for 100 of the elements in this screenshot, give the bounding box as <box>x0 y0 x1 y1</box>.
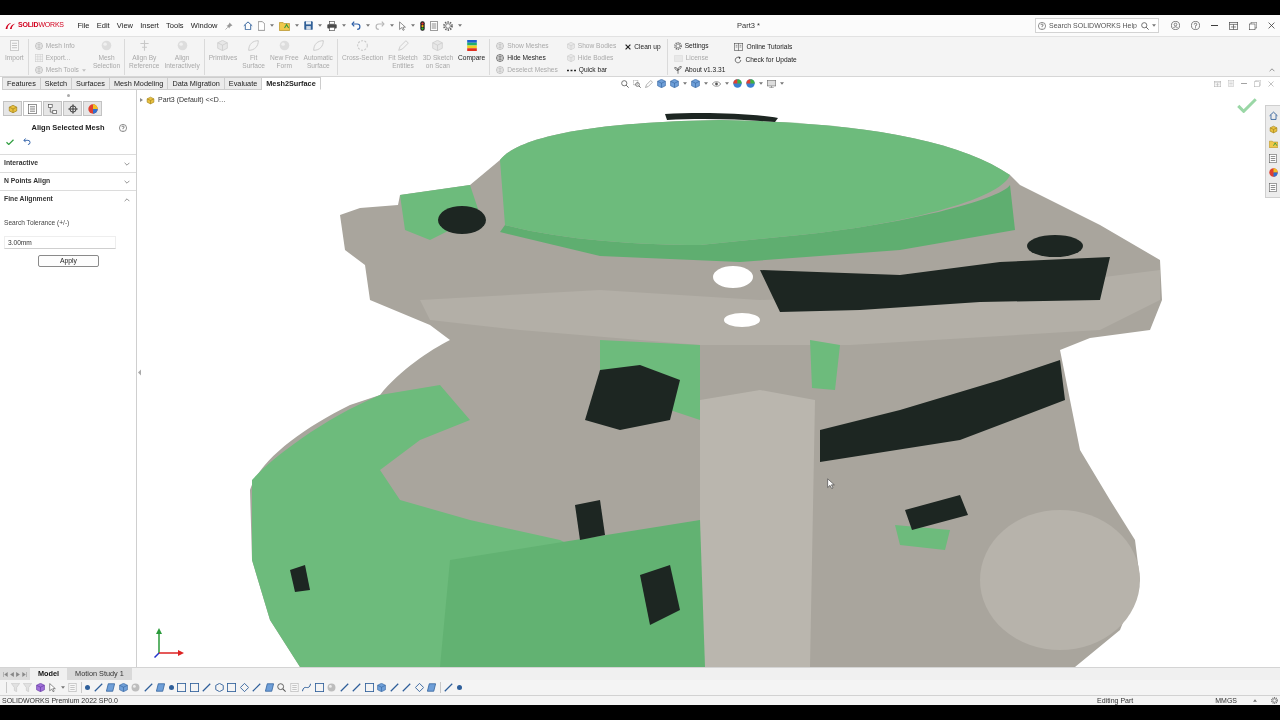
magnifier-icon[interactable] <box>277 683 286 692</box>
cube-icon[interactable] <box>35 683 45 692</box>
line-icon[interactable] <box>402 683 411 692</box>
line-icon[interactable] <box>444 683 453 692</box>
save-icon[interactable] <box>304 21 314 30</box>
caret-icon[interactable] <box>458 24 463 27</box>
plane-icon[interactable] <box>264 683 274 692</box>
home-icon[interactable] <box>1268 110 1278 120</box>
caret-icon[interactable] <box>390 24 395 27</box>
list-icon <box>28 103 37 114</box>
caret-icon[interactable] <box>682 82 687 85</box>
confirm-check-icon[interactable] <box>1237 98 1257 113</box>
search-icon[interactable] <box>1141 21 1149 30</box>
previous-icon[interactable] <box>10 671 14 677</box>
color-wheel-icon[interactable] <box>1268 168 1278 178</box>
sheet-icon[interactable] <box>1269 153 1277 163</box>
point-icon[interactable] <box>85 685 90 690</box>
undo-icon[interactable] <box>351 21 362 30</box>
settings-icon[interactable] <box>443 20 454 31</box>
plane-icon[interactable] <box>427 683 436 692</box>
user-icon[interactable] <box>1171 21 1180 30</box>
cube-icon[interactable] <box>669 79 679 88</box>
folder-icon[interactable] <box>1268 140 1278 149</box>
cube-icon[interactable] <box>377 683 386 692</box>
caret-icon[interactable] <box>342 24 347 27</box>
plane-icon[interactable] <box>156 683 165 692</box>
line-icon[interactable] <box>202 683 211 692</box>
collapse-ribbon-icon[interactable] <box>1269 68 1275 72</box>
zoom-icon[interactable] <box>620 79 629 88</box>
caret-icon[interactable] <box>366 24 371 27</box>
mouse-pointer-icon <box>827 478 835 489</box>
diamond-icon[interactable] <box>239 683 249 692</box>
undo-icon[interactable] <box>23 138 31 145</box>
minimize-icon[interactable] <box>1211 24 1218 27</box>
panel-tab[interactable] <box>83 101 102 116</box>
logo-icon <box>5 21 16 30</box>
traffic-light-icon[interactable] <box>420 20 426 31</box>
monitor-icon[interactable] <box>766 79 776 88</box>
point-icon[interactable] <box>168 685 174 690</box>
caret-icon[interactable] <box>295 24 300 27</box>
caret-icon[interactable] <box>703 82 708 85</box>
pointer-icon[interactable] <box>399 20 407 31</box>
hexagon-icon[interactable] <box>214 683 224 692</box>
line-icon[interactable] <box>93 683 103 692</box>
dashed-circle-icon <box>357 40 369 51</box>
caret-icon[interactable] <box>411 24 416 27</box>
printer-icon[interactable] <box>327 20 338 31</box>
restore-icon[interactable] <box>1249 21 1257 30</box>
tile-windows-icon[interactable] <box>1229 21 1238 30</box>
caret-icon[interactable] <box>779 82 784 85</box>
panel-tab[interactable] <box>23 101 42 116</box>
help-icon[interactable] <box>119 124 127 132</box>
part-icon[interactable] <box>1268 125 1278 135</box>
book-icon <box>734 42 744 51</box>
line-icon[interactable] <box>252 683 261 692</box>
next-icon[interactable] <box>16 671 20 677</box>
grid-icon <box>34 54 43 62</box>
settings-icon[interactable] <box>1271 697 1278 704</box>
close-icon[interactable] <box>1268 22 1275 29</box>
line-icon[interactable] <box>352 683 361 692</box>
list-icon[interactable] <box>1269 183 1277 193</box>
surface-icon <box>248 40 260 51</box>
caret-icon[interactable] <box>1253 699 1257 702</box>
pointer-icon[interactable] <box>48 683 57 692</box>
caret-icon[interactable] <box>724 82 729 85</box>
line-icon[interactable] <box>339 683 349 692</box>
new-document-icon[interactable] <box>258 20 266 31</box>
home-icon[interactable] <box>243 21 254 30</box>
caret-icon[interactable] <box>60 686 65 689</box>
line-icon[interactable] <box>143 683 153 692</box>
diamond-icon[interactable] <box>414 683 424 692</box>
refresh-icon <box>734 55 743 64</box>
caret-icon[interactable] <box>758 82 763 85</box>
folder-icon[interactable] <box>279 20 291 31</box>
crosshair-icon <box>67 103 78 114</box>
eye-icon[interactable] <box>711 80 721 87</box>
expand-arrow-icon[interactable] <box>140 98 143 103</box>
caret-icon[interactable] <box>270 24 275 27</box>
cube-icon[interactable] <box>118 683 128 692</box>
cube-icon[interactable] <box>690 79 700 88</box>
ok-check-icon[interactable] <box>6 138 14 145</box>
caret-icon[interactable] <box>1152 24 1156 27</box>
zoom-area-icon[interactable] <box>632 79 641 88</box>
mesh-sphere-icon <box>34 66 43 74</box>
help-icon[interactable] <box>1191 21 1200 30</box>
cube-icon[interactable] <box>656 79 666 88</box>
caret-icon[interactable] <box>318 24 323 27</box>
last-icon[interactable] <box>22 671 27 677</box>
plane-icon[interactable] <box>106 683 115 692</box>
curve-icon[interactable] <box>302 683 311 692</box>
panel-tab[interactable] <box>43 101 62 116</box>
panel-tab[interactable] <box>63 101 82 116</box>
color-sphere-icon[interactable] <box>732 79 742 88</box>
pin-icon[interactable] <box>225 21 234 30</box>
first-icon[interactable] <box>3 671 8 677</box>
grip-icon[interactable] <box>66 94 70 97</box>
line-icon[interactable] <box>389 683 399 692</box>
color-scale-icon <box>466 40 477 51</box>
color-sphere-icon[interactable] <box>745 79 755 88</box>
point-icon[interactable] <box>456 685 462 690</box>
